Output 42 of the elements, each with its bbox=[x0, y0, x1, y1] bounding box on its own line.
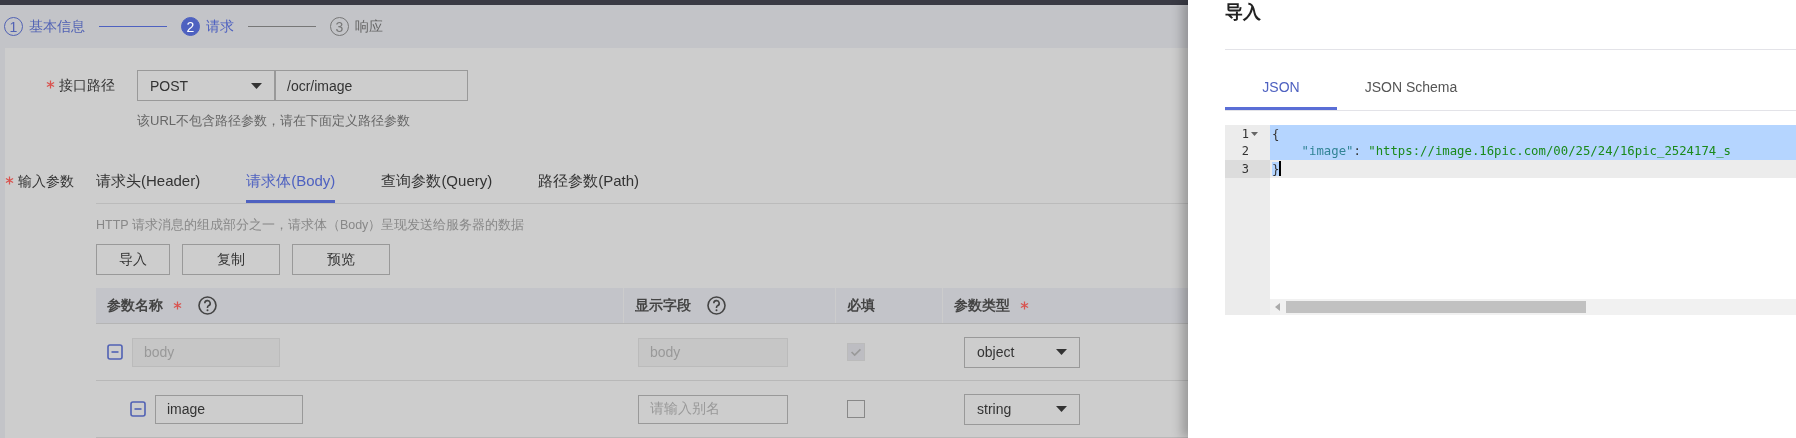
tab[interactable]: JSON bbox=[1225, 69, 1337, 110]
line-number: 3 bbox=[1241, 161, 1249, 176]
caret-icon bbox=[1056, 349, 1067, 355]
tab[interactable]: 查询参数(Query) bbox=[381, 166, 493, 203]
code-text: "https://image.16pic.com/00/25/24/16pic_2524174_s bbox=[1368, 144, 1731, 159]
method-select[interactable]: POST bbox=[137, 70, 275, 101]
field-label: 输入参数 bbox=[18, 173, 74, 191]
tab[interactable]: 路径参数(Path) bbox=[538, 166, 640, 203]
line-number: 1 bbox=[1241, 126, 1249, 141]
line-number: 2 bbox=[1241, 144, 1249, 159]
code-text: } bbox=[1272, 161, 1280, 176]
step-label: 基本信息 bbox=[29, 17, 85, 36]
scroll-left-icon[interactable] bbox=[1275, 303, 1280, 311]
drawer-title: 导入 bbox=[1225, 0, 1796, 50]
step-number: 2 bbox=[181, 17, 200, 36]
code-text: { bbox=[1272, 126, 1280, 141]
path-field[interactable]: /ocr/image bbox=[275, 70, 468, 101]
caret-icon bbox=[1056, 406, 1067, 412]
help-icon[interactable] bbox=[707, 296, 726, 315]
tab[interactable]: JSON Schema bbox=[1355, 69, 1467, 110]
code-editor[interactable]: 1 2 3 { "image": "https://image.16pic.com/00/25/24/16pic_2524174_s } bbox=[1225, 125, 1796, 315]
column-label: 必填 bbox=[847, 296, 875, 315]
hint-text: 该URL不包含路径参数，请在下面定义路径参数 bbox=[137, 112, 411, 130]
help-icon[interactable] bbox=[198, 296, 217, 315]
code-text: : bbox=[1353, 144, 1362, 159]
step-label: 请求 bbox=[206, 17, 234, 36]
column-label: 参数名称 bbox=[107, 296, 163, 315]
column-label: 显示字段 bbox=[635, 296, 691, 315]
tab[interactable]: 请求体(Body) bbox=[246, 166, 336, 203]
action-button[interactable]: 复制 bbox=[182, 244, 280, 275]
field-label: 接口路径 bbox=[59, 77, 115, 95]
action-button[interactable]: 预览 bbox=[292, 244, 390, 275]
scrollbar[interactable] bbox=[1270, 299, 1796, 315]
collapse-icon[interactable] bbox=[130, 401, 146, 417]
step-label: 响应 bbox=[355, 17, 383, 36]
caret-icon bbox=[251, 82, 262, 89]
column-label: 参数类型 bbox=[954, 296, 1010, 315]
code-text: "image" bbox=[1300, 144, 1354, 159]
fold-icon[interactable] bbox=[1251, 131, 1258, 136]
collapse-icon[interactable] bbox=[107, 344, 123, 360]
action-button[interactable]: 导入 bbox=[96, 244, 170, 275]
tab[interactable]: 请求头(Header) bbox=[96, 166, 201, 203]
